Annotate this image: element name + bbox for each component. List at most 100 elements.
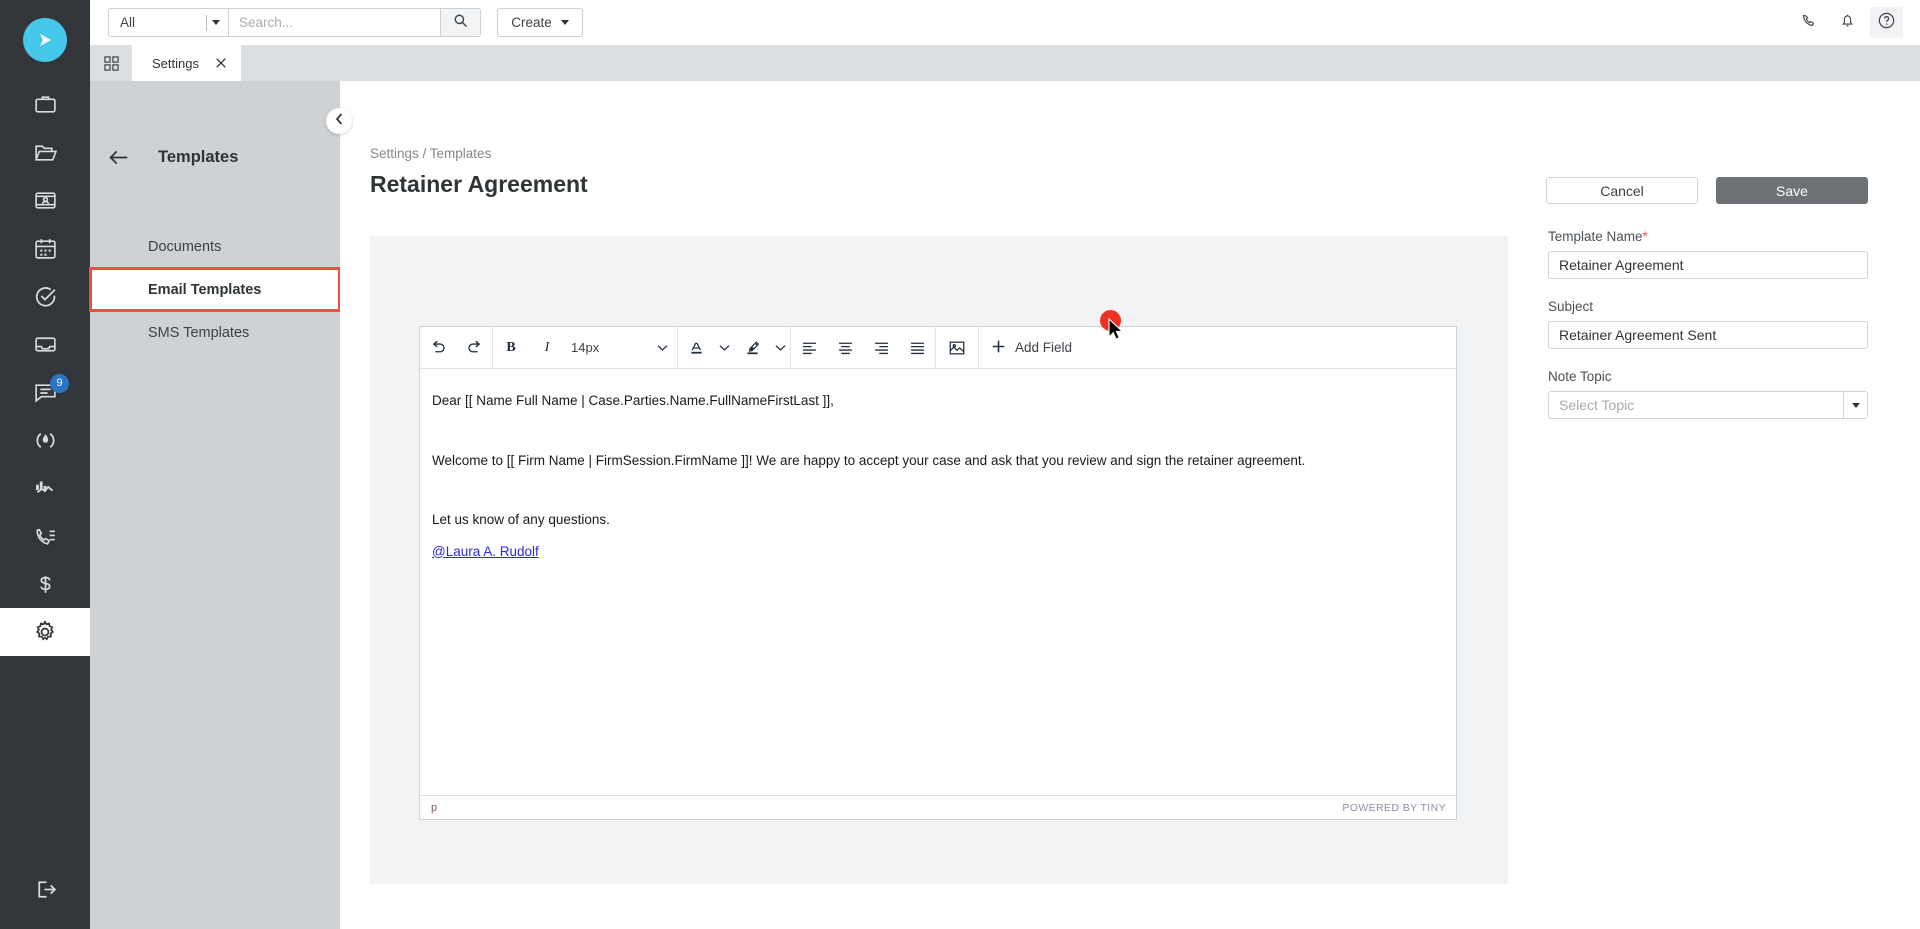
briefcase-icon xyxy=(33,92,58,117)
subnav-item-email-templates[interactable]: Email Templates xyxy=(89,267,341,312)
close-icon[interactable] xyxy=(215,57,227,69)
grid-icon[interactable] xyxy=(90,45,132,81)
sidebar-item-tasks[interactable] xyxy=(0,272,90,320)
italic-button[interactable]: I xyxy=(529,327,565,368)
text-color-icon[interactable] xyxy=(678,327,714,368)
bell-icon xyxy=(1839,12,1856,34)
tab-settings[interactable]: Settings xyxy=(132,45,241,81)
sidebar-item-cases[interactable] xyxy=(0,80,90,128)
subject-input[interactable] xyxy=(1548,321,1868,349)
note-topic-label: Note Topic xyxy=(1548,369,1612,384)
toolbar-group-align xyxy=(791,327,936,368)
sidebar-item-billing[interactable] xyxy=(0,560,90,608)
save-button[interactable]: Save xyxy=(1716,177,1868,204)
editor-toolbar: B I 14px Add Field xyxy=(420,327,1456,369)
contact-card-icon xyxy=(33,188,58,213)
sidebar-item-documents[interactable] xyxy=(0,128,90,176)
subnav-list: Documents Email Templates SMS Templates xyxy=(89,225,341,354)
sidebar-item-calls[interactable] xyxy=(0,512,90,560)
primary-sidebar: 9 xyxy=(0,0,90,929)
font-size-value: 14px xyxy=(571,340,600,355)
top-bar: All Create xyxy=(90,0,1920,45)
toolbar-group-fields: Add Field xyxy=(979,327,1086,368)
chevron-left-icon xyxy=(335,112,344,130)
add-field-button[interactable]: Add Field xyxy=(979,327,1086,368)
tab-label: Settings xyxy=(152,55,199,71)
mention-link[interactable]: @Laura A. Rudolf xyxy=(432,544,539,559)
editor-paragraph-1: Dear [[ Name Full Name | Case.Parties.Na… xyxy=(432,393,834,408)
messages-badge: 9 xyxy=(50,374,69,393)
template-name-label-text: Template Name xyxy=(1548,229,1643,244)
scope-divider xyxy=(206,14,207,31)
template-form: Template Name* Subject Note Topic Select… xyxy=(1548,229,1868,419)
bold-button[interactable]: B xyxy=(493,327,529,368)
editor-status-bar: p POWERED BY TINY xyxy=(420,795,1456,819)
template-name-input[interactable] xyxy=(1548,251,1868,279)
inbox-icon xyxy=(33,332,58,357)
required-asterisk: * xyxy=(1642,229,1648,244)
main-content: Settings / Templates Retainer Agreement … xyxy=(340,81,1920,929)
insert-image-icon[interactable] xyxy=(936,327,978,368)
help-button[interactable] xyxy=(1870,7,1903,38)
create-button[interactable]: Create xyxy=(497,8,583,37)
search-button[interactable] xyxy=(440,8,481,37)
editor-body[interactable]: Dear [[ Name Full Name | Case.Parties.Na… xyxy=(420,369,1456,795)
note-topic-dropdown-arrow[interactable] xyxy=(1843,392,1867,418)
play-logo-icon[interactable] xyxy=(23,18,67,62)
toolbar-group-history xyxy=(420,327,493,368)
sidebar-item-reports[interactable] xyxy=(0,464,90,512)
plus-icon xyxy=(991,339,1006,357)
subnav-item-documents[interactable]: Documents xyxy=(90,225,340,268)
phone-icon xyxy=(1800,12,1817,34)
phone-button[interactable] xyxy=(1792,7,1825,38)
search-scope-dropdown[interactable]: All xyxy=(108,8,228,37)
subnav-item-label: SMS Templates xyxy=(148,324,250,341)
sidebar-icon-list: 9 xyxy=(0,80,90,656)
search-scope-value: All xyxy=(120,15,136,30)
sidebar-item-contacts[interactable] xyxy=(0,176,90,224)
global-search-group: All xyxy=(108,8,481,37)
breadcrumb: Settings / Templates xyxy=(370,146,492,161)
dollar-icon xyxy=(33,572,58,597)
cancel-button[interactable]: Cancel xyxy=(1546,177,1698,204)
editor-paragraph-2: Welcome to [[ Firm Name | FirmSession.Fi… xyxy=(432,452,1306,468)
align-right-icon[interactable] xyxy=(863,327,899,368)
highlight-color-chevron-down-icon[interactable] xyxy=(770,344,790,352)
undo-icon[interactable] xyxy=(420,327,456,368)
toolbar-group-insert xyxy=(936,327,979,368)
page-actions: Cancel Save xyxy=(1546,177,1868,204)
align-left-icon[interactable] xyxy=(791,327,827,368)
search-input[interactable] xyxy=(228,8,440,37)
sidebar-item-inbox[interactable] xyxy=(0,320,90,368)
subnav-item-label: Email Templates xyxy=(148,281,262,298)
tab-bar: Settings xyxy=(90,45,1920,81)
sidebar-item-calendar[interactable] xyxy=(0,224,90,272)
subnav-header: Templates xyxy=(90,133,340,181)
align-center-icon[interactable] xyxy=(827,327,863,368)
font-size-select[interactable]: 14px xyxy=(565,327,677,368)
sidebar-collapse-button[interactable] xyxy=(326,108,352,134)
redo-icon[interactable] xyxy=(456,327,492,368)
notifications-button[interactable] xyxy=(1831,7,1864,38)
calendar-icon xyxy=(33,236,58,261)
app-root: 9 All Search... Create Settings Template… xyxy=(0,0,1920,929)
editor-paragraph-3: Let us know of any questions. xyxy=(432,512,610,528)
sidebar-logout[interactable] xyxy=(0,877,90,907)
page-title: Retainer Agreement xyxy=(370,171,588,197)
sidebar-item-intake[interactable] xyxy=(0,416,90,464)
arrow-left-icon[interactable] xyxy=(108,148,129,167)
highlight-color-icon[interactable] xyxy=(734,327,770,368)
sidebar-item-messages[interactable]: 9 xyxy=(0,368,90,416)
toolbar-group-format: B I 14px xyxy=(493,327,678,368)
align-justify-icon[interactable] xyxy=(899,327,935,368)
subnav-item-sms-templates[interactable]: SMS Templates xyxy=(90,311,340,354)
topbar-actions xyxy=(1792,7,1903,38)
chevron-down-icon xyxy=(657,340,668,355)
element-path[interactable]: p xyxy=(431,802,437,814)
note-topic-select[interactable]: Select Topic xyxy=(1548,391,1868,419)
subnav-title: Templates xyxy=(158,147,239,166)
tiny-branding: POWERED BY TINY xyxy=(1342,801,1446,814)
sidebar-item-settings[interactable] xyxy=(0,608,90,656)
rich-text-editor: B I 14px Add Field Dear [[Name Full Nam… xyxy=(419,326,1457,820)
text-color-chevron-down-icon[interactable] xyxy=(714,344,734,352)
